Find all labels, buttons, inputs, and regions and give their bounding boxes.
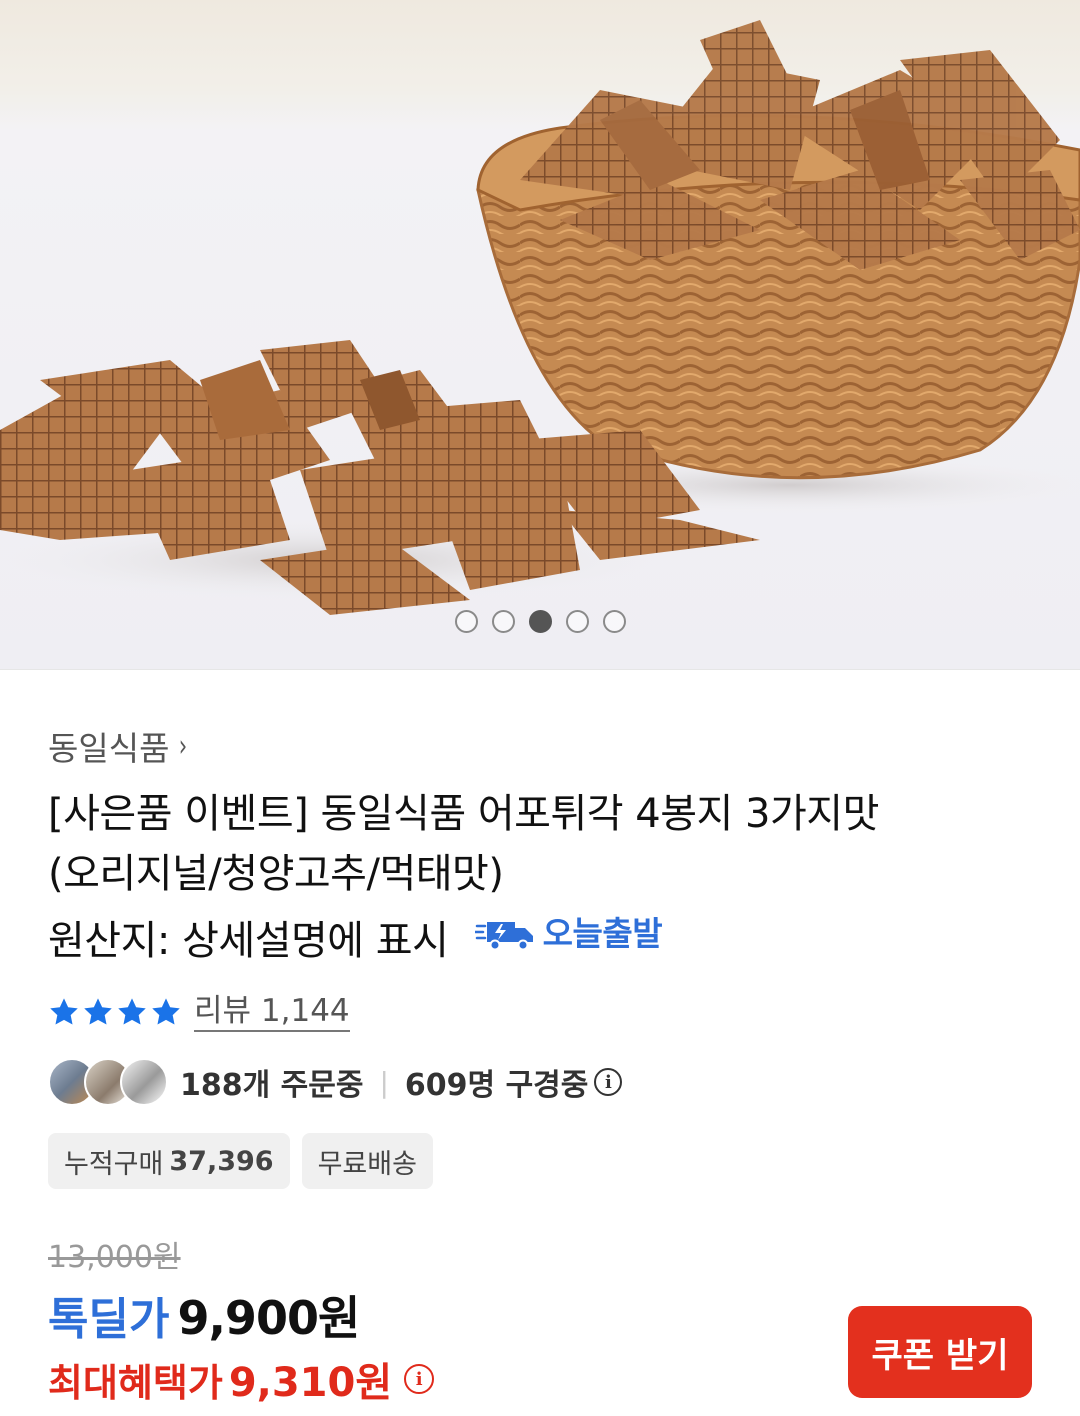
cumulative-label: 누적구매 [64,1148,164,1180]
max-benefit-row: 최대혜택가 9,310원 i [48,1350,435,1408]
deal-price-row: 톡딜가 9,900원 [48,1282,360,1348]
carousel-dot[interactable] [454,610,478,633]
divider: | [379,1065,389,1099]
activity-row: 188개 주문중 | 609명 구경중 i [48,1058,623,1106]
max-benefit-price: 9,310원 [228,1360,393,1406]
carousel-dot[interactable] [602,610,626,633]
product-title-line2: (오리지널/청양고추/먹태맛) [48,851,504,897]
original-price: 13,000원 [48,1240,181,1275]
deal-price-label: 톡딜가 [48,1294,170,1345]
info-icon[interactable]: i [594,1068,623,1096]
carousel-dot[interactable] [565,610,589,633]
today-shipping-label: 오늘출발 [542,914,663,953]
star-icon [84,998,112,1025]
carousel-dot-active[interactable] [528,610,552,633]
star-icon [50,998,78,1025]
carousel-dot[interactable] [491,610,515,633]
review-count-link[interactable]: 리뷰 1,144 [194,992,350,1032]
product-title: [사은품 이벤트] 동일식품 어포튀각 4봉지 3가지맛 (오리지널/청양고추/… [48,784,1038,971]
product-title-line1: [사은품 이벤트] 동일식품 어포튀각 4봉지 3가지맛 [48,791,879,837]
brand-link[interactable]: 동일식품 › [48,722,189,770]
delivery-truck-icon [474,922,533,951]
deal-price: 9,900원 [177,1291,360,1345]
cumulative-purchase-tag: 누적구매 37,396 [48,1133,290,1189]
product-origin-line: 원산지: 상세설명에 표시 오늘출발 [48,904,1038,971]
free-shipping-tag: 무료배송 [301,1133,433,1189]
star-rating [48,996,182,1028]
brand-name: 동일식품 [48,729,170,768]
buyer-avatars [48,1058,170,1106]
product-image-gallery[interactable] [0,0,1080,670]
info-icon[interactable]: i [404,1364,435,1394]
product-origin: 원산지: 상세설명에 표시 [48,918,449,964]
product-photo [0,20,1080,615]
cumulative-value: 37,396 [169,1145,274,1177]
viewing-count: 609명 구경중 [404,1068,589,1103]
chevron-right-icon: › [179,728,188,764]
tag-row: 누적구매 37,396 무료배송 [48,1133,433,1189]
max-benefit-label: 최대혜택가 [48,1360,223,1405]
star-icon [118,998,146,1025]
star-icon [152,998,180,1025]
today-shipping-badge: 오늘출발 [474,904,663,964]
get-coupon-button[interactable]: 쿠폰 받기 [848,1306,1032,1398]
ordering-count: 188개 주문중 [180,1068,364,1103]
avatar [120,1058,168,1106]
carousel-indicator [0,610,1080,636]
rating-row: 리뷰 1,144 [48,992,350,1032]
